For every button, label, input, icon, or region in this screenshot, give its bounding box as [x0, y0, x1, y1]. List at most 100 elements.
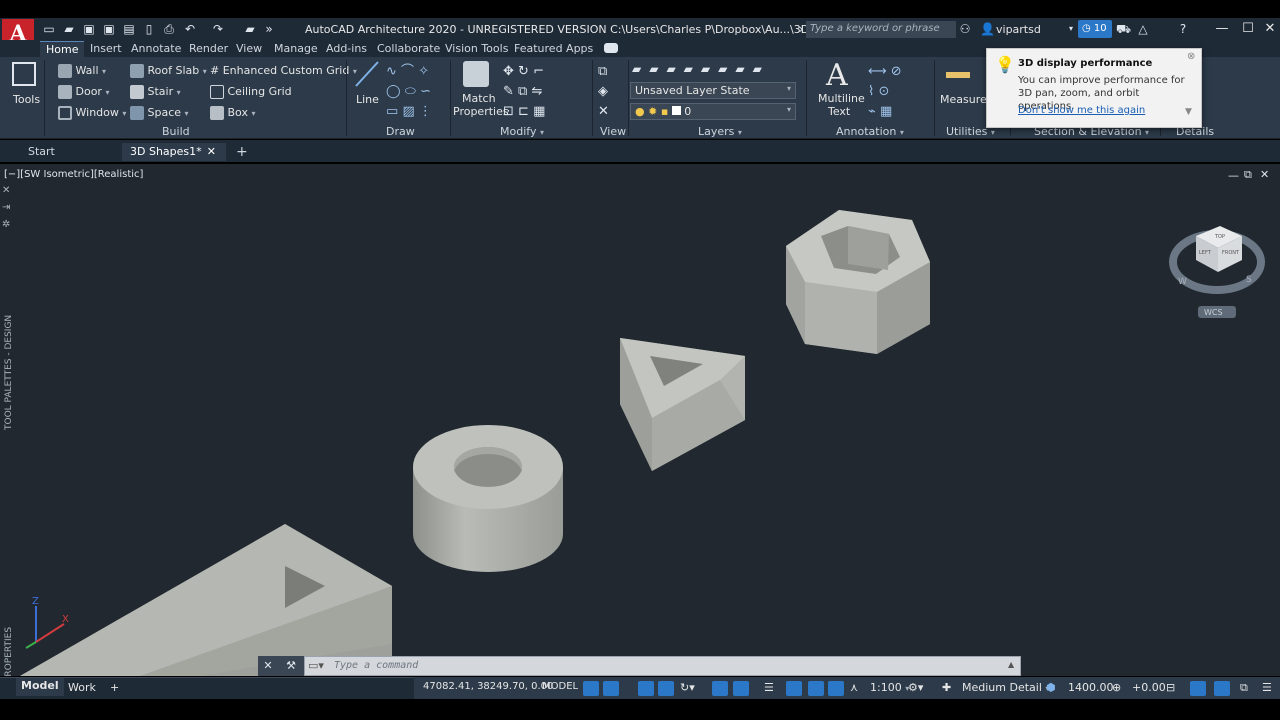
command-input[interactable]: Type a command: [334, 660, 934, 671]
panel-title-layers[interactable]: Layers ▾: [698, 125, 742, 138]
display-detail-dropdown[interactable]: Medium Detail ▾: [962, 681, 1049, 694]
panel-title-draw[interactable]: Draw: [386, 125, 415, 138]
hex-nut-solid[interactable]: [786, 210, 930, 354]
offset-icon[interactable]: ⊏: [518, 104, 529, 119]
scene-3d[interactable]: [0, 164, 1280, 676]
spline-icon[interactable]: ∽: [420, 84, 431, 99]
ucs-icon[interactable]: ✕: [598, 104, 609, 119]
undo-icon[interactable]: ↶: [183, 22, 197, 36]
tab-model[interactable]: Model: [16, 678, 64, 696]
publish-icon[interactable]: ▯: [142, 22, 156, 36]
enhanced-custom-grid-button[interactable]: # Enhanced Custom Grid ▾: [210, 64, 357, 77]
multiline-text-icon[interactable]: A: [826, 58, 848, 93]
circle-icon[interactable]: ◯: [386, 84, 401, 99]
layer-tools-group[interactable]: ▰▰▰▰▰▰▰▰: [632, 62, 802, 78]
redo-icon[interactable]: ↷: [211, 22, 225, 36]
tab-add-ins[interactable]: Add-ins: [320, 41, 373, 57]
polar-icon[interactable]: [658, 681, 674, 696]
visual-style-icon[interactable]: ◈: [598, 84, 608, 99]
tab-3d-shapes[interactable]: 3D Shapes1* ✕: [122, 143, 226, 161]
scale-icon[interactable]: ⊡: [503, 104, 514, 119]
annotation-scale-icon[interactable]: ⋏: [850, 681, 858, 694]
chevron-down-icon[interactable]: ▾: [1064, 22, 1078, 36]
panel-title-build[interactable]: Build: [162, 125, 190, 138]
wall-button[interactable]: Wall ▾: [58, 64, 106, 78]
workspace-gear-icon[interactable]: ⚙▾: [908, 681, 923, 694]
notification-badge[interactable]: ◷ 10: [1078, 20, 1112, 38]
offset-value[interactable]: +0.00: [1132, 681, 1166, 694]
ellipse-icon[interactable]: ⬭: [405, 84, 416, 99]
tab-manage[interactable]: Manage: [268, 41, 324, 57]
customize-status-icon[interactable]: ⧉: [1240, 681, 1248, 695]
open-icon[interactable]: ▰: [62, 22, 76, 36]
layer-state-dropdown[interactable]: Unsaved Layer State ▾: [630, 82, 796, 99]
more-icon[interactable]: »: [262, 22, 276, 36]
tab-insert[interactable]: Insert: [84, 41, 128, 57]
search-input[interactable]: Type a keyword or phrase: [806, 21, 956, 38]
rotate-icon[interactable]: ↻: [518, 64, 529, 79]
line-icon[interactable]: [354, 60, 380, 88]
draw-tools-group[interactable]: ∿ ⌒ ✧ ◯ ⬭ ∽ ▭ ▨ ⋮: [386, 62, 444, 120]
new-tab-button[interactable]: +: [228, 143, 256, 161]
ceiling-grid-button[interactable]: Ceiling Grid: [210, 85, 292, 99]
panel-title-annotation[interactable]: Annotation ▾: [836, 125, 904, 138]
annotation-visibility-icon[interactable]: [808, 681, 824, 696]
tab-render[interactable]: Render: [183, 41, 234, 57]
tab-work[interactable]: Work: [68, 681, 96, 694]
annotation-scale-dropdown[interactable]: 1:100 ▾: [870, 681, 909, 694]
elevation-value[interactable]: 1400.00: [1068, 681, 1114, 694]
tag-icon[interactable]: ⌇: [868, 84, 874, 99]
triangular-prism-solid[interactable]: [620, 338, 745, 471]
maximize-button[interactable]: ☐: [1238, 20, 1258, 38]
keynote-icon[interactable]: ⊙: [879, 84, 890, 99]
match-properties-icon[interactable]: [463, 61, 489, 87]
command-close-icon[interactable]: ✕: [258, 656, 278, 676]
tab-home[interactable]: Home: [40, 41, 85, 57]
hardware-acceleration-icon[interactable]: [1190, 681, 1206, 696]
user-icon[interactable]: 👤: [980, 22, 995, 36]
stair-button[interactable]: Stair ▾: [130, 85, 181, 99]
tab-view[interactable]: View: [230, 41, 268, 57]
match-label[interactable]: Match: [462, 92, 496, 105]
expand-tip-icon[interactable]: ▼: [1185, 107, 1192, 117]
snap-icon[interactable]: [603, 681, 619, 696]
command-expand-icon[interactable]: ▲: [1008, 660, 1014, 669]
auto-scale-icon[interactable]: [828, 681, 844, 696]
tab-annotate[interactable]: Annotate: [125, 41, 187, 57]
minimize-button[interactable]: —: [1212, 20, 1232, 38]
panel-title-modify[interactable]: Modify ▾: [500, 125, 544, 138]
array-icon[interactable]: ▦: [533, 104, 545, 119]
measure-icon[interactable]: [946, 72, 970, 78]
coordinates-readout[interactable]: 47082.41, 38249.70, 0.00: [423, 681, 553, 692]
rectangle-icon[interactable]: ▭: [386, 104, 398, 119]
break-icon[interactable]: ⌁: [868, 104, 876, 119]
line-button[interactable]: Line: [356, 93, 379, 106]
autodesk-a360-icon[interactable]: △: [1136, 22, 1150, 36]
save-icon[interactable]: ▣: [82, 22, 96, 36]
model-space-button[interactable]: MODEL: [542, 681, 578, 692]
space-button[interactable]: Space ▾: [130, 106, 189, 120]
door-button[interactable]: Door ▾: [58, 85, 109, 99]
multiline-label[interactable]: Multiline: [818, 92, 865, 105]
trim-icon[interactable]: ⌐: [533, 64, 544, 79]
grid-icon[interactable]: [583, 681, 599, 696]
ortho-icon[interactable]: [638, 681, 654, 696]
table-icon[interactable]: ▦: [880, 104, 892, 119]
hatch-icon[interactable]: ▨: [402, 104, 414, 119]
menu-icon[interactable]: ☰: [1262, 681, 1272, 694]
layer-dropdown[interactable]: ● ✹ ▪ 0 ▾: [630, 103, 796, 120]
leader-icon[interactable]: ⊘: [891, 64, 902, 79]
point-icon[interactable]: ✧: [418, 64, 429, 79]
tab-featured-apps[interactable]: Featured Apps: [508, 41, 599, 57]
mirror-icon[interactable]: ⇋: [531, 84, 542, 99]
tab-vision-tools[interactable]: Vision Tools: [439, 41, 514, 57]
window-button[interactable]: Window ▾: [58, 106, 126, 120]
arc-icon[interactable]: ⌒: [401, 64, 414, 79]
close-tab-icon[interactable]: ✕: [207, 143, 216, 161]
box-button[interactable]: Box ▾: [210, 106, 255, 120]
plus-icon[interactable]: ✚: [942, 681, 951, 694]
move-icon[interactable]: ✥: [503, 64, 514, 79]
copy-icon[interactable]: ⧉: [518, 84, 527, 99]
dimension-icon[interactable]: ⟷: [868, 64, 887, 79]
user-name[interactable]: vipartsd: [996, 23, 1041, 36]
